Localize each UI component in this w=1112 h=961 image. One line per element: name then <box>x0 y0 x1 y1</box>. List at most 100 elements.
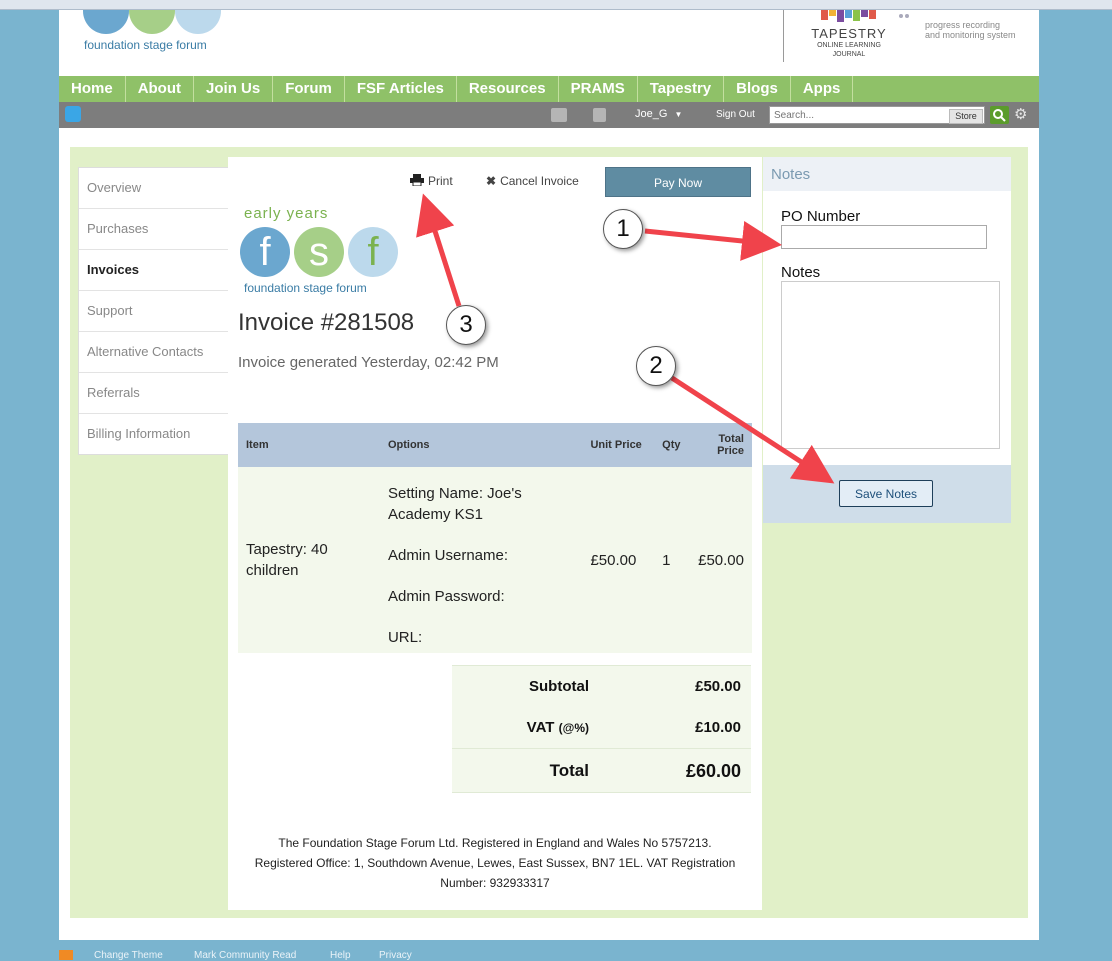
item-name: Tapestry: 40 children <box>238 467 380 653</box>
nav-fsf-articles[interactable]: FSF Articles <box>345 76 457 102</box>
callout-1: 1 <box>603 209 643 249</box>
callout-3: 3 <box>446 305 486 345</box>
vat-label: VAT <box>526 719 555 736</box>
user-bar: Joe_G ▼ Sign Out Store ⚙ <box>59 102 1039 128</box>
nav-apps[interactable]: Apps <box>791 76 854 102</box>
footer-link-help[interactable]: Help <box>330 950 351 961</box>
vat-row: VAT (@%) £10.00 <box>452 707 751 749</box>
page-footer-links: Change Theme Mark Community Read Help Pr… <box>59 946 1059 961</box>
tapestry-logo[interactable]: TAPESTRY ONLINE LEARNING JOURNAL <box>804 26 894 59</box>
header-divider <box>783 10 784 62</box>
option-url: URL: <box>387 628 423 646</box>
notes-label: Notes <box>781 264 821 281</box>
account-sidebar: Overview Purchases Invoices Support Alte… <box>78 167 230 455</box>
footer-link-change-theme[interactable]: Change Theme <box>94 950 163 961</box>
tapestry-subtitle: ONLINE LEARNING JOURNAL <box>817 42 881 58</box>
username: Joe_G <box>635 108 668 120</box>
nav-blogs[interactable]: Blogs <box>724 76 791 102</box>
close-icon: ✖ <box>486 174 497 188</box>
cancel-invoice-button[interactable]: ✖ Cancel Invoice <box>486 174 579 188</box>
notes-field[interactable] <box>781 281 1000 449</box>
item-qty: 1 <box>654 467 691 653</box>
pay-now-button[interactable]: Pay Now <box>605 167 751 197</box>
nav-resources[interactable]: Resources <box>457 76 559 102</box>
option-admin-username: Admin Username: <box>387 546 509 564</box>
search-button[interactable] <box>990 106 1009 124</box>
vat-label-group: VAT (@%) <box>527 719 589 736</box>
invoice-footer: The Foundation Stage Forum Ltd. Register… <box>254 836 736 890</box>
plans-logo[interactable]: progress recording and monitoring system <box>925 20 1016 40</box>
search-icon <box>993 109 1006 122</box>
sidebar-item-referrals[interactable]: Referrals <box>79 373 229 414</box>
browser-chrome-strip <box>0 0 1112 10</box>
logo-bottom-text: foundation stage forum <box>244 281 367 295</box>
notes-heading: Notes <box>763 157 1011 191</box>
chevron-down-icon: ▼ <box>674 110 683 119</box>
messages-icon[interactable] <box>551 108 567 122</box>
sidebar-item-support[interactable]: Support <box>79 291 229 332</box>
store-selector[interactable]: Store <box>949 109 983 124</box>
item-options: Setting Name: Joe's Academy KS1 Admin Us… <box>379 467 583 653</box>
nav-prams[interactable]: PRAMS <box>559 76 638 102</box>
sidebar-item-invoices[interactable]: Invoices <box>79 250 229 291</box>
sidebar-item-billing-information[interactable]: Billing Information <box>79 414 229 454</box>
column-header-qty: Qty <box>654 423 691 467</box>
subtotal-value: £50.00 <box>695 678 741 695</box>
invoice-items-table: Item Options Unit Price Qty Total Price … <box>238 423 752 653</box>
print-label: Print <box>428 174 453 188</box>
table-row: Tapestry: 40 children Setting Name: Joe'… <box>238 467 752 653</box>
profile-icon[interactable] <box>593 108 606 122</box>
total-label: Total <box>549 761 589 780</box>
site-header: foundation stage forum TAPESTRY ONLINE L… <box>59 10 1039 76</box>
column-header-total-price: Total Price <box>690 423 752 467</box>
sidebar-item-overview[interactable]: Overview <box>79 168 229 209</box>
print-button[interactable]: Print <box>410 174 453 188</box>
tapestry-title: TAPESTRY <box>811 26 887 41</box>
nav-home[interactable]: Home <box>59 76 126 102</box>
item-unit-price: £50.00 <box>582 467 655 653</box>
notes-panel: Notes PO Number Notes Save Notes <box>763 157 1011 523</box>
total-value: £60.00 <box>685 761 741 781</box>
sign-out-link[interactable]: Sign Out <box>716 109 755 120</box>
total-header-line2: Price <box>717 445 744 457</box>
twitter-icon[interactable] <box>65 106 81 122</box>
column-header-item: Item <box>238 423 380 467</box>
printer-icon <box>410 174 424 187</box>
nav-forum[interactable]: Forum <box>273 76 345 102</box>
sidebar-item-alternative-contacts[interactable]: Alternative Contacts <box>79 332 229 373</box>
vat-rate: (@%) <box>558 721 589 735</box>
nav-join-us[interactable]: Join Us <box>194 76 274 102</box>
invoice-generated-date: Invoice generated Yesterday, 02:42 PM <box>238 354 499 371</box>
cancel-invoice-label: Cancel Invoice <box>500 174 579 188</box>
save-notes-button[interactable]: Save Notes <box>839 480 933 507</box>
total-header-line1: Total <box>718 433 744 445</box>
page: foundation stage forum TAPESTRY ONLINE L… <box>59 10 1039 940</box>
invoice-title: Invoice #281508 <box>238 309 415 336</box>
footer-link-privacy[interactable]: Privacy <box>379 950 412 961</box>
option-setting-name: Setting Name: Joe's Academy KS1 <box>387 484 522 523</box>
plans-line2: and monitoring system <box>925 30 1016 40</box>
username-menu[interactable]: Joe_G ▼ <box>635 108 682 120</box>
option-admin-password: Admin Password: <box>387 587 505 605</box>
sidebar-item-purchases[interactable]: Purchases <box>79 209 229 250</box>
vat-value: £10.00 <box>695 719 741 736</box>
column-header-unit-price: Unit Price <box>582 423 655 467</box>
item-total: £50.00 <box>690 467 752 653</box>
po-number-label: PO Number <box>781 208 861 225</box>
plans-logo-mark <box>899 10 1019 20</box>
fsf-logo[interactable]: foundation stage forum <box>59 10 259 60</box>
plans-line1: progress recording <box>925 20 1001 30</box>
footer-link-mark-read[interactable]: Mark Community Read <box>194 950 296 961</box>
logo-top-text: early years <box>244 205 329 222</box>
callout-2: 2 <box>636 346 676 386</box>
subtotal-row: Subtotal £50.00 <box>452 665 751 708</box>
column-header-options: Options <box>379 423 583 467</box>
subtotal-label: Subtotal <box>529 678 589 695</box>
notes-footer: Save Notes <box>763 465 1011 523</box>
nav-about[interactable]: About <box>126 76 195 102</box>
gear-icon[interactable]: ⚙ <box>1014 105 1027 123</box>
main-nav: Home About Join Us Forum FSF Articles Re… <box>59 76 1039 102</box>
nav-tapestry[interactable]: Tapestry <box>638 76 725 102</box>
total-row: Total £60.00 <box>452 749 751 793</box>
po-number-field[interactable] <box>781 225 987 249</box>
